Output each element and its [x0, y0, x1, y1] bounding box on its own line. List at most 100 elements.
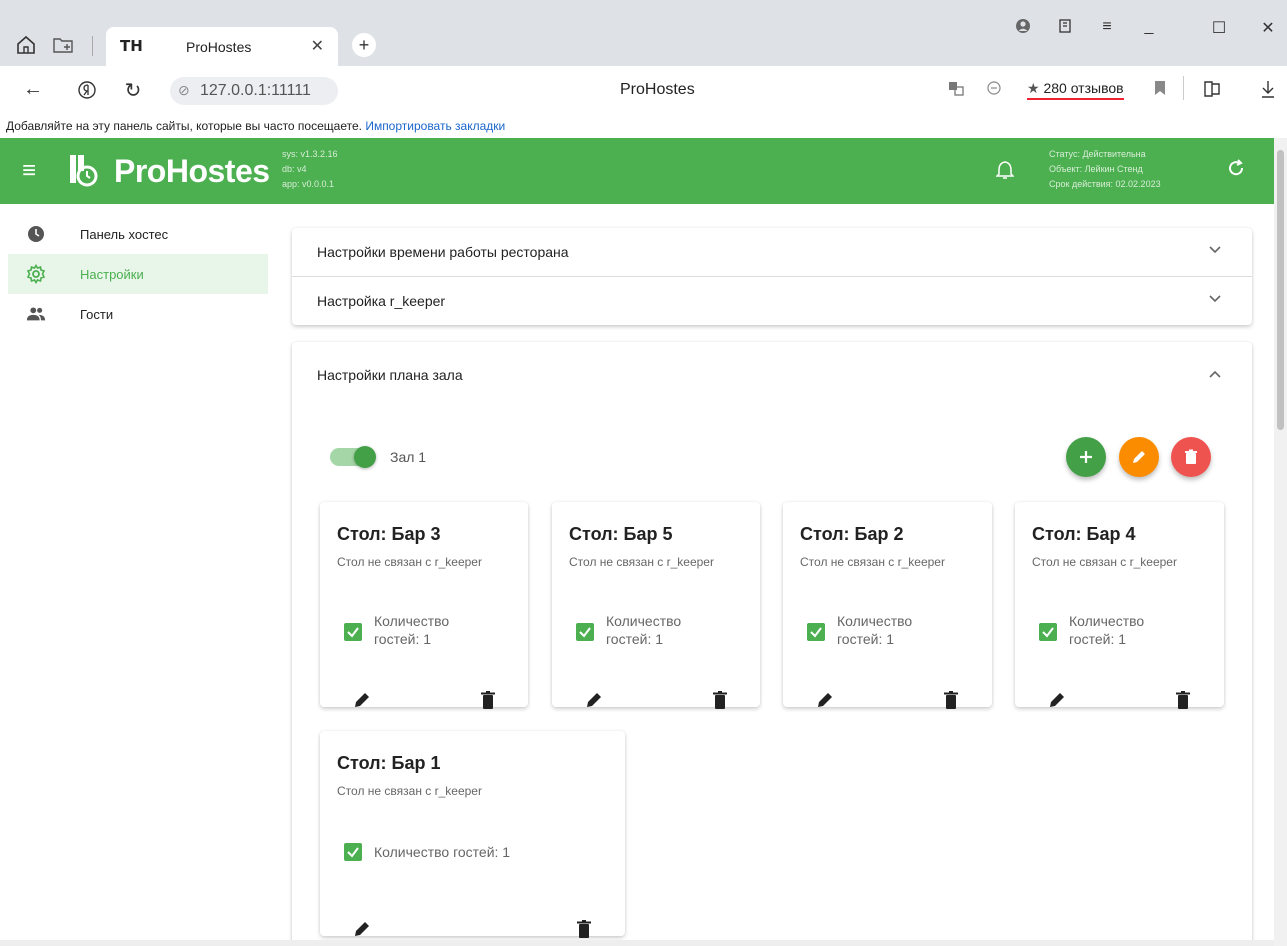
sidebar-item-hostess-panel[interactable]: Панель хостес — [8, 214, 268, 254]
edit-table-icon[interactable] — [352, 690, 372, 710]
version-info: sys: v1.3.2.16 db: v4 app: v0.0.0.1 — [282, 147, 338, 192]
delete-table-icon[interactable] — [574, 919, 594, 939]
trash-icon — [1185, 449, 1197, 464]
panel-title: Настройки плана зала — [317, 367, 463, 383]
sys-version: sys: v1.3.2.16 — [282, 149, 338, 159]
check-icon — [1042, 627, 1054, 638]
guests-count: Количество гостей: 1 — [837, 613, 913, 647]
translate-icon[interactable] — [946, 80, 966, 101]
bottom-edge — [0, 940, 1274, 946]
guests-checkbox[interactable] — [344, 843, 362, 861]
browser-tab[interactable]: TH ProHostes ✕ — [106, 27, 338, 66]
app-header: ≡ ProHostes sys: v1.3.2.16 db: v4 app: v… — [0, 138, 1274, 204]
table-card[interactable]: Стол: Бар 4 Стол не связан с r_keeper Ко… — [1015, 502, 1224, 710]
table-subtitle: Стол не связан с r_keeper — [337, 784, 482, 798]
delete-table-icon[interactable] — [710, 690, 730, 710]
delete-table-icon[interactable] — [1173, 690, 1193, 710]
page-scrollbar[interactable] — [1274, 138, 1287, 946]
table-card[interactable]: Стол: Бар 5 Стол не связан с r_keeper Ко… — [552, 502, 760, 710]
maximize-icon[interactable]: ☐ — [1204, 18, 1234, 38]
floor-plan-settings-header[interactable]: Настройки плана зала — [292, 342, 1252, 408]
pencil-icon — [1133, 451, 1145, 463]
close-window-icon[interactable]: ✕ — [1253, 18, 1283, 38]
reviews-text: 280 отзывов — [1043, 80, 1124, 96]
site-info-icon[interactable]: ⊘ — [178, 82, 190, 99]
floor-plan-panel: Настройки плана зала Зал 1 Стол: Бар 3 С… — [292, 342, 1252, 946]
url-text: 127.0.0.1:11111 — [200, 82, 311, 99]
guests-checkbox[interactable] — [807, 623, 825, 641]
license-state: Статус: Действительна — [1049, 149, 1146, 159]
db-version: db: v4 — [282, 164, 307, 174]
profile-icon[interactable] — [1008, 18, 1038, 39]
minimize-icon[interactable]: _ — [1134, 18, 1164, 36]
notification-bell-icon[interactable] — [995, 160, 1015, 186]
sidebar-item-guests[interactable]: Гости — [8, 294, 268, 334]
guests-count: Количество гостей: 1 — [606, 613, 682, 647]
bookmarks-hint: Добавляйте на эту панель сайты, которые … — [6, 119, 362, 133]
hamburger-menu-icon[interactable]: ≡ — [22, 157, 36, 185]
table-card[interactable]: Стол: Бар 2 Стол не связан с r_keeper Ко… — [783, 502, 992, 710]
table-subtitle: Стол не связан с r_keeper — [569, 555, 714, 569]
edit-table-icon[interactable] — [352, 919, 372, 939]
new-tab-group-icon[interactable] — [50, 33, 78, 57]
check-icon — [579, 627, 591, 638]
table-title: Стол: Бар 5 — [569, 524, 673, 544]
guests-checkbox[interactable] — [1039, 623, 1057, 641]
yandex-icon[interactable] — [74, 78, 100, 106]
rkeeper-settings-header[interactable]: Настройка r_keeper — [292, 276, 1252, 324]
table-card[interactable]: Стол: Бар 1 Стол не связан с r_keeper Ко… — [320, 731, 625, 939]
table-subtitle: Стол не связан с r_keeper — [800, 555, 945, 569]
table-title: Стол: Бар 4 — [1032, 524, 1136, 544]
home-icon[interactable] — [14, 33, 38, 57]
reviews-link[interactable]: ★ 280 отзывов — [1027, 80, 1124, 100]
work-hours-settings-header[interactable]: Настройки времени работы ресторана — [292, 228, 1252, 276]
delete-table-icon[interactable] — [478, 690, 498, 710]
edit-hall-button[interactable] — [1119, 437, 1159, 477]
prohostes-logo-icon — [66, 152, 100, 188]
toggle-knob — [354, 446, 376, 468]
url-field[interactable]: ⊘ 127.0.0.1:11111 — [170, 77, 338, 105]
table-card[interactable]: Стол: Бар 3 Стол не связан с r_keeper Ко… — [320, 502, 528, 710]
guests-count: Количество гостей: 1 — [374, 844, 511, 860]
scrollbar-thumb[interactable] — [1277, 150, 1284, 430]
panel-title: Настройки времени работы ресторана — [317, 244, 569, 260]
edit-table-icon[interactable] — [1047, 690, 1067, 710]
edit-table-icon[interactable] — [584, 690, 604, 710]
edit-table-icon[interactable] — [815, 690, 835, 710]
browser-tab-bar: TH ProHostes ✕ + ≡ _ ☐ ✕ — [0, 0, 1287, 66]
browser-menu-icon[interactable]: ≡ — [1092, 18, 1122, 36]
close-tab-icon[interactable]: ✕ — [311, 36, 324, 56]
import-bookmarks-link[interactable]: Импортировать закладки — [365, 119, 505, 133]
new-tab-button[interactable]: + — [352, 33, 376, 57]
tab-divider — [92, 36, 93, 56]
check-icon — [347, 847, 359, 858]
settings-accordion-top: Настройки времени работы ресторана Настр… — [292, 228, 1252, 325]
table-title: Стол: Бар 2 — [800, 524, 904, 544]
add-table-button[interactable] — [1066, 437, 1106, 477]
back-icon[interactable]: ← — [20, 78, 46, 101]
refresh-icon[interactable] — [1226, 158, 1246, 184]
delete-hall-button[interactable] — [1171, 437, 1211, 477]
address-divider — [1183, 76, 1184, 100]
page-title: ProHostes — [620, 81, 695, 98]
app-brand: ProHostes — [114, 153, 270, 189]
delete-table-icon[interactable] — [941, 690, 961, 710]
sidebar-item-settings[interactable]: Настройки — [8, 254, 268, 294]
chevron-down-icon — [1209, 295, 1221, 303]
bookmark-icon[interactable] — [1150, 80, 1170, 101]
license-object: Объект: Лейкин Стенд — [1049, 164, 1143, 174]
guests-checkbox[interactable] — [576, 623, 594, 641]
download-icon[interactable] — [1258, 80, 1278, 103]
chat-icon[interactable] — [984, 80, 1004, 101]
app-version: app: v0.0.0.1 — [282, 179, 335, 189]
table-title: Стол: Бар 1 — [337, 753, 441, 773]
guests-count: Количество гостей: 1 — [374, 613, 450, 647]
extensions-icon[interactable] — [1202, 80, 1222, 103]
guests-checkbox[interactable] — [344, 623, 362, 641]
reload-icon[interactable]: ↻ — [120, 78, 146, 103]
hall-toggle[interactable] — [328, 442, 378, 470]
gear-icon — [26, 264, 46, 284]
sidebar-item-label: Гости — [80, 306, 114, 322]
collections-icon[interactable] — [1050, 18, 1080, 39]
table-subtitle: Стол не связан с r_keeper — [337, 555, 482, 569]
